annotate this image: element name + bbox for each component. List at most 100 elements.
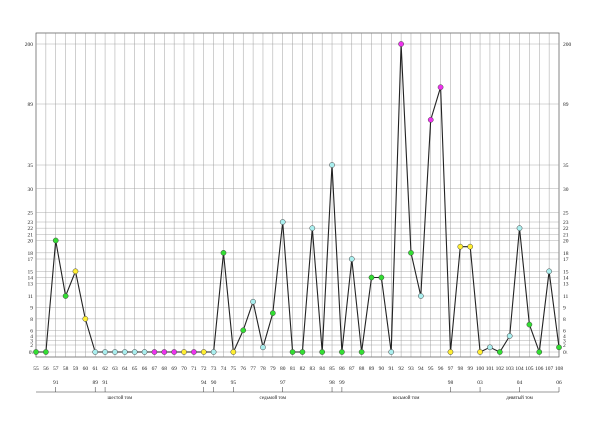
- y-tick-label: 11: [28, 294, 34, 300]
- y-tick-label: 8: [30, 317, 33, 323]
- x-tick-label: 86: [339, 366, 345, 372]
- data-point: [289, 349, 296, 355]
- x-tick-label: 70: [181, 366, 187, 372]
- x-tick-label: 96: [438, 366, 444, 372]
- x-tick-label: 87: [349, 366, 355, 372]
- group-mark-label: 99: [339, 380, 345, 386]
- y-tick-label-right: 0\: [563, 350, 568, 356]
- x-tick-label: 58: [63, 366, 69, 372]
- y-axis-labels: 0\ 0\2 23 34 46 68 89 911 1113 1314 1415 1517 1718 18…: [25, 42, 572, 356]
- data-point: [200, 349, 207, 355]
- y-tick-label-right: 200: [563, 42, 572, 48]
- y-tick-label: 21: [28, 232, 34, 238]
- data-point: [72, 268, 79, 275]
- y-tick-label-right: 21: [563, 232, 569, 238]
- y-tick-label-right: 30: [563, 187, 569, 193]
- x-tick-label: 71: [191, 366, 197, 372]
- y-tick-label-right: 13: [563, 282, 569, 288]
- x-tick-label: 89: [369, 366, 375, 372]
- y-tick-label-right: 14: [563, 276, 569, 282]
- data-point: [141, 349, 148, 355]
- volume-label: шестой том: [108, 396, 133, 401]
- data-point: [457, 243, 464, 250]
- x-tick-label: 91: [388, 366, 394, 372]
- data-point: [319, 349, 326, 355]
- data-point: [121, 349, 128, 355]
- data-point: [348, 256, 355, 262]
- x-tick-label: 59: [73, 366, 79, 372]
- y-tick-label-right: 6: [563, 328, 566, 334]
- x-tick-label: 78: [260, 366, 266, 372]
- data-point: [260, 344, 266, 351]
- data-point: [250, 298, 256, 305]
- y-tick-label: 89: [28, 102, 34, 108]
- x-tick-label: 75: [231, 366, 237, 372]
- data-point: [309, 225, 316, 232]
- data-point: [526, 321, 533, 328]
- x-tick-label: 57: [53, 366, 59, 372]
- data-point: [240, 327, 247, 334]
- x-tick-label: 83: [310, 366, 316, 372]
- data-point: [92, 349, 99, 355]
- y-tick-label: 25: [28, 211, 34, 217]
- y-tick-label: 4: [30, 334, 33, 340]
- volume-label: восьмой том: [393, 396, 421, 401]
- x-tick-label: 100: [476, 366, 485, 372]
- volume-label: седьмой том: [260, 396, 287, 401]
- volume-label: девятый том: [506, 396, 533, 401]
- y-tick-label-right: 15: [563, 269, 569, 275]
- series-line: [36, 43, 560, 355]
- y-tick-label-right: 18: [563, 251, 569, 257]
- group-marks: 91 89 91 94 90 95 97 98 99 98 03 04 06: [53, 380, 562, 392]
- data-point: [487, 344, 493, 351]
- x-tick-label: 64: [122, 366, 128, 372]
- data-point: [546, 268, 552, 275]
- data-point: [417, 293, 424, 299]
- x-tick-label: 84: [319, 366, 325, 372]
- data-point: [131, 349, 138, 355]
- y-tick-label: 13: [28, 282, 34, 288]
- data-point: [33, 349, 39, 355]
- y-tick-label-right: 23: [563, 220, 569, 226]
- data-point: [496, 349, 503, 355]
- data-point: [378, 274, 385, 281]
- data-point: [388, 349, 395, 355]
- y-tick-label-right: 11: [563, 294, 569, 300]
- x-tick-label: 99: [467, 366, 473, 372]
- y-tick-label: 30: [28, 187, 34, 193]
- x-tick-label: 62: [102, 366, 108, 372]
- data-point: [191, 349, 197, 355]
- x-tick-label: 80: [280, 366, 286, 372]
- plot-frame: [35, 32, 560, 358]
- data-point: [437, 84, 444, 91]
- x-tick-label: 79: [270, 366, 276, 372]
- x-tick-label: 63: [112, 366, 118, 372]
- x-tick-label: 77: [250, 366, 256, 372]
- y-tick-label: 6: [30, 328, 33, 334]
- x-tick-label: 76: [240, 366, 246, 372]
- grid: [35, 33, 560, 357]
- y-tick-label: 18: [28, 251, 34, 257]
- group-mark-label: 98: [448, 380, 454, 386]
- x-axis-labels: 55 56 57 58 59 60 61 62 63 64 65 66 67 68 69 70 71 72 73 74…: [33, 366, 563, 372]
- y-tick-label: 14: [28, 276, 34, 282]
- y-tick-label-right: 89: [563, 102, 569, 108]
- data-point: [536, 349, 543, 355]
- x-tick-label: 90: [379, 366, 385, 372]
- y-tick-label-right: 17: [563, 257, 569, 263]
- data-point: [151, 349, 158, 355]
- x-tick-label: 101: [486, 366, 495, 372]
- x-tick-label: 88: [359, 366, 365, 372]
- group-mark-label: 89: [92, 380, 98, 386]
- y-tick-label: 20: [28, 239, 34, 245]
- x-tick-label: 61: [92, 366, 98, 372]
- data-point: [161, 349, 168, 355]
- group-mark-label: 94: [201, 380, 207, 386]
- y-tick-label-right: 4: [563, 334, 566, 340]
- group-mark-label: 90: [211, 380, 217, 386]
- volume-labels: шестой том седьмой том восьмой том девятый …: [36, 391, 559, 401]
- data-point: [230, 349, 237, 355]
- y-tick-label-right: 35: [563, 163, 569, 169]
- x-tick-label: 65: [132, 366, 138, 372]
- data-point: [339, 349, 345, 355]
